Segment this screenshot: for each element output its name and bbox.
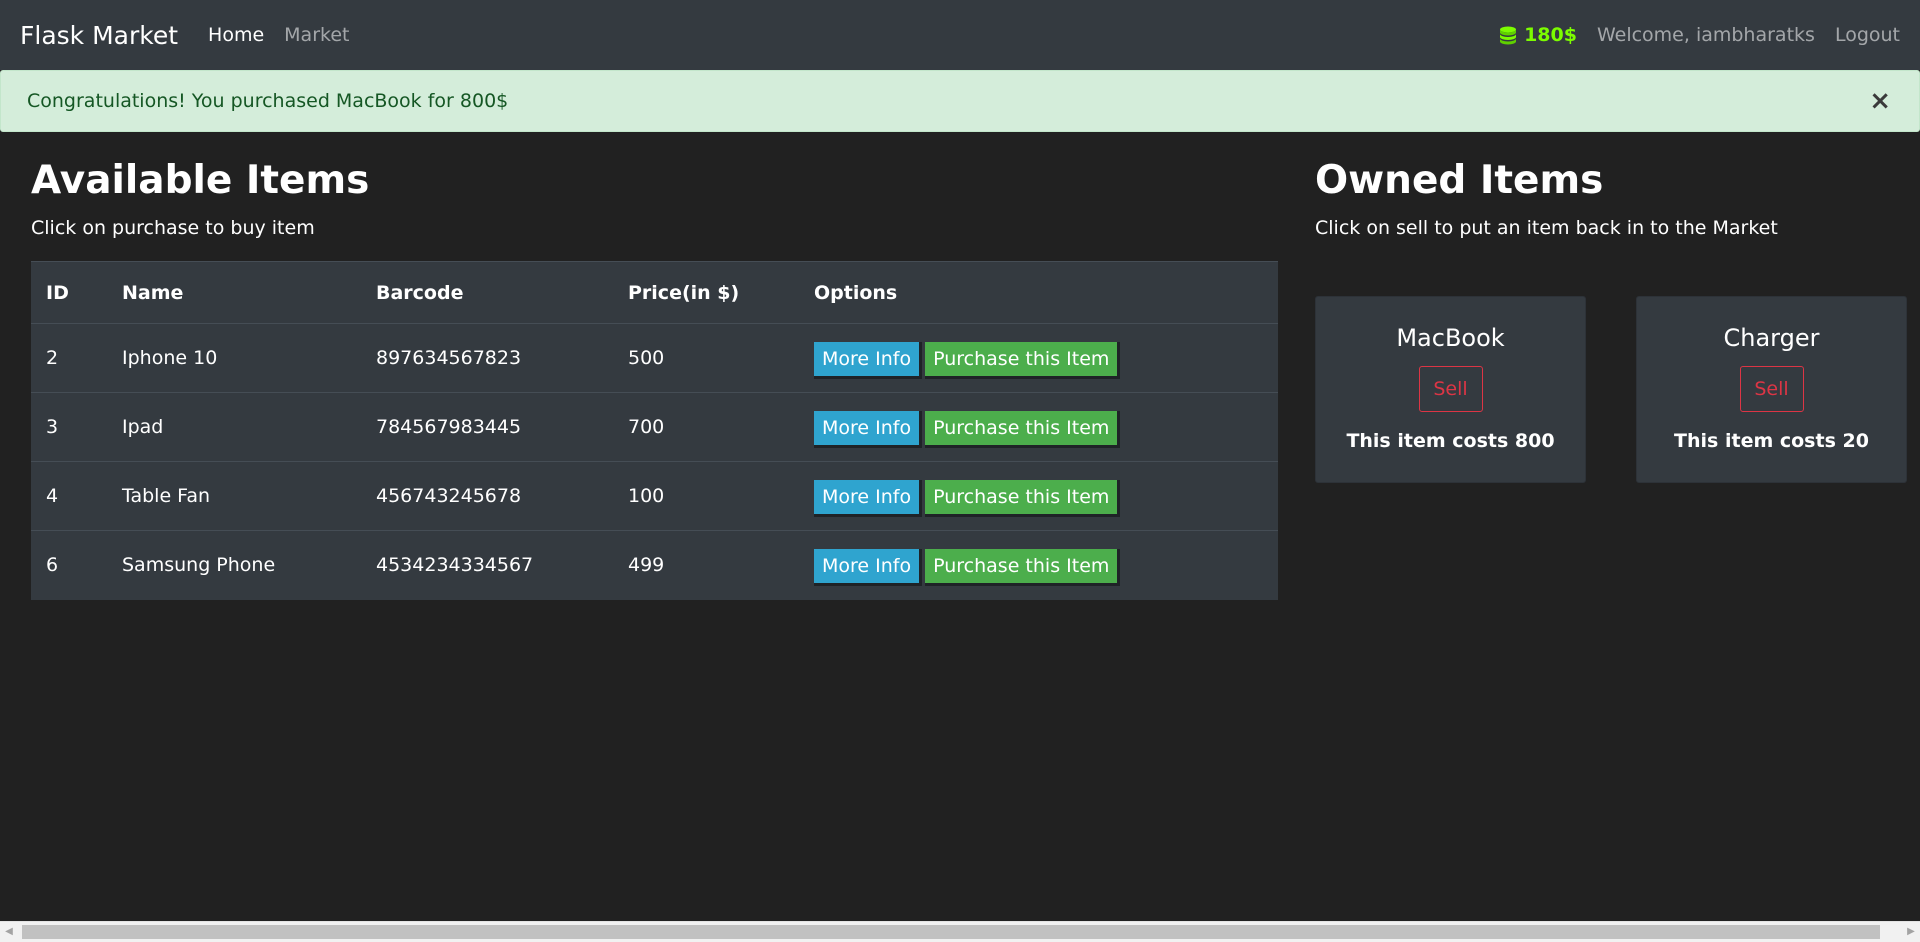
owned-item-name: MacBook (1396, 324, 1505, 352)
available-items-title: Available Items (31, 158, 370, 203)
items-table: ID Name Barcode Price(in $) Options 2 Ip… (31, 261, 1278, 600)
cell-options: More Info Purchase this Item (799, 323, 1278, 393)
column-header-options: Options (799, 261, 1278, 324)
sell-button[interactable]: Sell (1739, 366, 1804, 412)
cell-price: 499 (613, 530, 799, 600)
cell-id: 2 (31, 323, 107, 393)
owned-item-card: MacBook Sell This item costs 800 (1315, 296, 1586, 483)
budget-display: 180$ (1498, 24, 1577, 46)
available-items-section: Available Items Click on purchase to buy… (31, 158, 1278, 600)
cell-barcode: 4534234334567 (361, 530, 613, 600)
column-header-price: Price(in $) (613, 261, 799, 324)
more-info-button[interactable]: More Info (814, 410, 923, 448)
purchase-button[interactable]: Purchase this Item (925, 341, 1121, 379)
owned-items-cards: MacBook Sell This item costs 800 Charger… (1315, 296, 1907, 486)
owned-items-section: Owned Items Click on sell to put an item… (1315, 158, 1907, 483)
cell-options: More Info Purchase this Item (799, 530, 1278, 600)
cell-id: 4 (31, 461, 107, 531)
alert-message: Congratulations! You purchased MacBook f… (27, 90, 509, 112)
navbar-right: 180$ Welcome, iambharatks Logout (1498, 24, 1900, 46)
more-info-button[interactable]: More Info (814, 341, 923, 379)
owned-item-name: Charger (1723, 324, 1820, 352)
budget-amount: 180$ (1524, 24, 1577, 46)
cell-barcode: 897634567823 (361, 323, 613, 393)
column-header-barcode: Barcode (361, 261, 613, 324)
welcome-text: Welcome, iambharatks (1596, 24, 1815, 46)
column-header-id: ID (31, 261, 107, 324)
navbar: Flask Market Home Market 180$ Welcome, i… (0, 0, 1920, 70)
available-items-subtitle: Click on purchase to buy item (31, 217, 315, 239)
cell-id: 6 (31, 530, 107, 600)
nav-link-market[interactable]: Market (284, 24, 349, 46)
owned-items-subtitle: Click on sell to put an item back in to … (1315, 217, 1778, 239)
horizontal-scrollbar[interactable]: ◀ ▶ (0, 921, 1920, 942)
cell-barcode: 456743245678 (361, 461, 613, 531)
scrollbar-thumb[interactable] (22, 925, 1880, 939)
column-header-name: Name (107, 261, 361, 324)
cell-name: Ipad (107, 392, 361, 462)
cell-options: More Info Purchase this Item (799, 461, 1278, 531)
nav-link-home[interactable]: Home (208, 24, 264, 46)
purchase-button[interactable]: Purchase this Item (925, 548, 1121, 586)
cell-price: 500 (613, 323, 799, 393)
brand-link[interactable]: Flask Market (20, 21, 178, 50)
owned-item-cost: This item costs 800 (1346, 430, 1555, 452)
scroll-right-icon[interactable]: ▶ (1902, 922, 1920, 942)
coins-icon (1498, 25, 1518, 45)
close-icon[interactable]: × (1869, 88, 1893, 114)
owned-item-cost: This item costs 20 (1674, 430, 1869, 452)
table-header-row: ID Name Barcode Price(in $) Options (31, 261, 1278, 324)
sell-button[interactable]: Sell (1418, 366, 1483, 412)
purchase-button[interactable]: Purchase this Item (925, 410, 1121, 448)
logout-link[interactable]: Logout (1835, 24, 1900, 46)
cell-price: 700 (613, 392, 799, 462)
more-info-button[interactable]: More Info (814, 479, 923, 517)
cell-name: Samsung Phone (107, 530, 361, 600)
purchase-button[interactable]: Purchase this Item (925, 479, 1121, 517)
cell-options: More Info Purchase this Item (799, 392, 1278, 462)
table-row: 2 Iphone 10 897634567823 500 More Info Pu… (31, 323, 1278, 393)
cell-barcode: 784567983445 (361, 392, 613, 462)
scroll-left-icon[interactable]: ◀ (0, 922, 18, 942)
owned-item-card: Charger Sell This item costs 20 (1636, 296, 1907, 483)
more-info-button[interactable]: More Info (814, 548, 923, 586)
cell-id: 3 (31, 392, 107, 462)
table-row: 3 Ipad 784567983445 700 More Info Purchas… (31, 392, 1278, 462)
table-row: 4 Table Fan 456743245678 100 More Info Pu… (31, 461, 1278, 531)
table-row: 6 Samsung Phone 4534234334567 499 More I… (31, 530, 1278, 600)
owned-items-title: Owned Items (1315, 158, 1604, 203)
cell-name: Table Fan (107, 461, 361, 531)
cell-price: 100 (613, 461, 799, 531)
cell-name: Iphone 10 (107, 323, 361, 393)
success-alert: Congratulations! You purchased MacBook f… (0, 70, 1920, 132)
